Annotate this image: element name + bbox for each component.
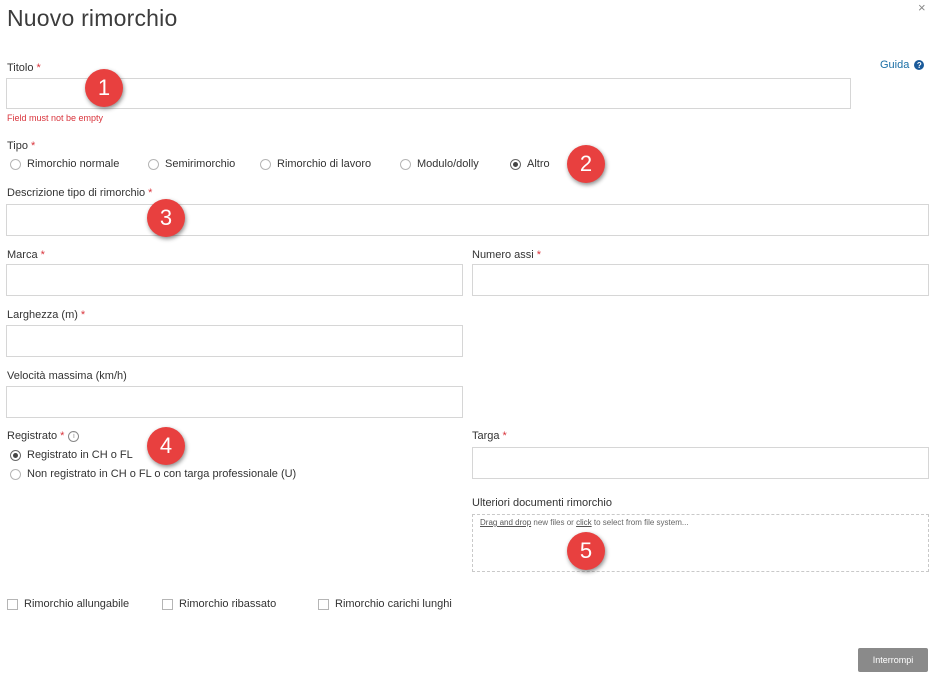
required-mark: * [31,140,36,152]
larghezza-label-text: Larghezza (m) [7,309,78,321]
dialog-title: Nuovo rimorchio [7,5,178,31]
required-mark: * [148,187,153,199]
required-mark: * [36,62,41,74]
tipo-option-label: Rimorchio normale [27,158,120,170]
required-mark: * [536,249,542,261]
radio-icon[interactable] [10,468,21,480]
checkbox-label: Rimorchio allungabile [24,598,130,610]
tipo-option-label: Semirimorchio [165,158,236,170]
registrato-option-label: Non registrato in CH o FL o con targa pr… [27,468,297,480]
annotation-badge-1: 1 [85,69,123,107]
tipo-option-rimorchio-di-lavoro[interactable]: Rimorchio di lavoro [260,158,371,170]
tipo-option-modulo-dolly[interactable]: Modulo/dolly [400,158,479,170]
checkbox-label: Rimorchio ribassato [179,598,277,610]
required-mark: * [60,430,65,442]
registrato-label: Registrato * i [7,430,80,442]
help-link[interactable]: Guida ? [880,59,925,71]
velocita-label: Velocità massima (km/h) [7,370,127,382]
larghezza-label: Larghezza (m) * [7,309,85,321]
file-dropzone[interactable]: Drag and drop new files or click to sele… [472,514,929,572]
info-icon[interactable]: i [68,430,80,442]
radio-selected-icon[interactable] [510,158,521,170]
drag-and-drop-link[interactable]: Drag and drop [480,518,531,527]
descrizione-label: Descrizione tipo di rimorchio * [7,187,152,199]
velocita-input[interactable] [6,386,463,418]
titolo-label-text: Titolo [7,62,34,74]
marca-input[interactable] [6,264,463,296]
documenti-label: Ulteriori documenti rimorchio [472,497,612,509]
targa-label-text: Targa [472,430,500,442]
radio-icon[interactable] [148,158,159,170]
marca-label: Marca * [7,249,45,261]
registrato-label-text: Registrato [7,430,58,442]
radio-icon[interactable] [10,158,21,170]
titolo-input[interactable] [6,78,851,109]
radio-icon[interactable] [260,158,271,170]
targa-input[interactable] [472,447,929,479]
checkbox-ribassato[interactable]: Rimorchio ribassato [162,598,276,610]
annotation-badge-5: 5 [567,532,605,570]
radio-selected-icon[interactable] [10,449,21,461]
titolo-label: Titolo * [7,62,41,74]
tipo-label: Tipo * [7,140,35,152]
checkbox-carichi-lunghi[interactable]: Rimorchio carichi lunghi [318,598,452,610]
tipo-option-altro[interactable]: Altro [510,158,550,170]
descrizione-label-text: Descrizione tipo di rimorchio [7,187,146,199]
registrato-option-label: Registrato in CH o FL [27,449,133,461]
numero-assi-label: Numero assi * [472,249,541,261]
tipo-option-label: Altro [527,158,550,170]
required-mark: * [502,430,507,442]
tipo-option-label: Rimorchio di lavoro [277,158,372,170]
annotation-badge-4: 4 [147,427,185,465]
registrato-option-non-registrato[interactable]: Non registrato in CH o FL o con targa pr… [10,468,296,480]
required-mark: * [80,309,86,321]
checkbox-icon[interactable] [162,598,173,610]
annotation-badge-3: 3 [147,199,185,237]
checkbox-label: Rimorchio carichi lunghi [335,598,452,610]
annotation-badge-2: 2 [567,145,605,183]
click-link[interactable]: click [576,518,592,527]
close-icon[interactable]: × [918,0,926,15]
radio-icon[interactable] [400,158,411,170]
dropzone-text-end: to select from file system... [591,518,689,527]
targa-label: Targa * [472,430,507,442]
interrompi-button[interactable]: Interrompi [858,648,928,672]
required-mark: * [40,249,45,261]
dropzone-text: new files or [531,518,577,527]
numero-assi-input[interactable] [472,264,929,296]
marca-label-text: Marca [7,249,38,261]
tipo-option-label: Modulo/dolly [417,158,479,170]
checkbox-icon[interactable] [7,598,18,610]
help-question-icon: ? [914,60,925,70]
help-label: Guida [880,59,910,71]
checkbox-icon[interactable] [318,598,329,610]
titolo-error: Field must not be empty [7,113,104,123]
checkbox-allungabile[interactable]: Rimorchio allungabile [7,598,129,610]
registrato-option-ch-fl[interactable]: Registrato in CH o FL [10,449,133,461]
tipo-label-text: Tipo [7,140,28,152]
larghezza-input[interactable] [6,325,463,357]
numero-assi-label-text: Numero assi [472,249,534,261]
tipo-option-rimorchio-normale[interactable]: Rimorchio normale [10,158,119,170]
descrizione-input[interactable] [6,204,929,236]
tipo-option-semirimorchio[interactable]: Semirimorchio [148,158,235,170]
